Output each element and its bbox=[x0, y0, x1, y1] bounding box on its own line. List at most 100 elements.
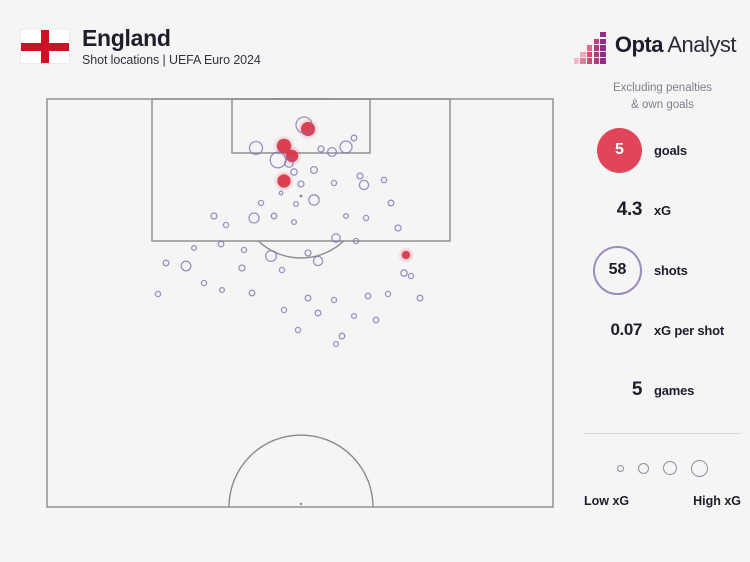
stat-value-wrap: 4.3 bbox=[580, 199, 642, 221]
stat-label: xG bbox=[654, 203, 671, 218]
shot-marker[interactable] bbox=[318, 146, 324, 152]
shot-marker[interactable] bbox=[395, 225, 401, 231]
shot-marker[interactable] bbox=[281, 307, 286, 312]
goal-marker[interactable] bbox=[277, 174, 290, 187]
shot-markers-layer bbox=[155, 117, 422, 346]
stat-row: 0.07 xG per shot bbox=[580, 307, 745, 353]
opta-pixel-cell bbox=[580, 52, 585, 57]
shot-marker[interactable] bbox=[201, 280, 206, 285]
shot-marker[interactable] bbox=[239, 265, 245, 271]
legend-low-label: Low xG bbox=[584, 494, 629, 508]
opta-pixel-cell bbox=[594, 45, 599, 50]
shot-marker[interactable] bbox=[331, 180, 336, 185]
shot-marker[interactable] bbox=[357, 173, 363, 179]
shot-marker[interactable] bbox=[311, 167, 318, 174]
shot-marker[interactable] bbox=[271, 213, 277, 219]
shot-marker[interactable] bbox=[352, 314, 357, 319]
shot-marker[interactable] bbox=[291, 169, 297, 175]
shot-marker[interactable] bbox=[258, 200, 263, 205]
shot-marker[interactable] bbox=[365, 293, 371, 299]
shot-marker[interactable] bbox=[363, 215, 368, 220]
opta-pixel-cell bbox=[574, 58, 579, 63]
shot-marker[interactable] bbox=[292, 220, 297, 225]
shot-marker[interactable] bbox=[388, 200, 394, 206]
legend-size-circle bbox=[638, 463, 649, 474]
opta-pixel-cell bbox=[580, 58, 585, 63]
shot-marker[interactable] bbox=[385, 291, 390, 296]
shot-marker[interactable] bbox=[279, 267, 284, 272]
flag-cross-vertical bbox=[41, 30, 49, 63]
shot-marker[interactable] bbox=[298, 181, 304, 187]
center-circle bbox=[229, 435, 373, 507]
shot-marker[interactable] bbox=[340, 141, 352, 153]
shot-marker[interactable] bbox=[294, 202, 299, 207]
shot-marker[interactable] bbox=[313, 256, 322, 265]
opta-wordmark: Opta Analyst bbox=[615, 32, 736, 58]
title-block: England Shot locations | UEFA Euro 2024 bbox=[82, 26, 261, 67]
stat-value-wrap: 58 bbox=[580, 246, 642, 295]
shot-marker[interactable] bbox=[359, 180, 368, 189]
shot-marker[interactable] bbox=[344, 214, 349, 219]
shot-marker[interactable] bbox=[181, 261, 191, 271]
goals-badge: 5 bbox=[597, 128, 642, 173]
shot-marker[interactable] bbox=[339, 333, 345, 339]
stat-value-wrap: 0.07 bbox=[580, 320, 642, 340]
shot-marker[interactable] bbox=[223, 222, 228, 227]
shot-marker[interactable] bbox=[373, 317, 379, 323]
shot-marker[interactable] bbox=[266, 251, 277, 262]
shot-marker[interactable] bbox=[351, 135, 357, 141]
opta-wordmark-light: Analyst bbox=[663, 32, 736, 57]
shot-marker[interactable] bbox=[305, 250, 311, 256]
page-subtitle: Shot locations | UEFA Euro 2024 bbox=[82, 53, 261, 67]
goal-marker[interactable] bbox=[402, 251, 410, 259]
shots-badge: 58 bbox=[593, 246, 642, 295]
shot-marker[interactable] bbox=[328, 148, 337, 157]
shot-marker[interactable] bbox=[192, 246, 197, 251]
goal-marker[interactable] bbox=[301, 122, 315, 136]
stat-value-wrap: 5 bbox=[580, 379, 642, 401]
shot-marker[interactable] bbox=[334, 342, 339, 347]
stat-label: shots bbox=[654, 263, 688, 278]
xg-legend-labels: Low xG High xG bbox=[580, 494, 745, 508]
center-spot bbox=[300, 503, 302, 505]
legend-size-circle bbox=[691, 460, 708, 477]
penalty-spot bbox=[300, 195, 303, 198]
shot-marker[interactable] bbox=[249, 290, 255, 296]
legend-high-label: High xG bbox=[693, 494, 741, 508]
opta-pixel-cell bbox=[587, 45, 592, 50]
shot-map-infographic: England Shot locations | UEFA Euro 2024 … bbox=[0, 0, 750, 562]
shot-marker[interactable] bbox=[211, 213, 217, 219]
shot-marker[interactable] bbox=[417, 295, 423, 301]
shot-marker[interactable] bbox=[295, 327, 300, 332]
panel-divider bbox=[584, 433, 741, 434]
shot-marker[interactable] bbox=[163, 260, 169, 266]
opta-pixel-cell bbox=[587, 52, 592, 57]
shot-marker[interactable] bbox=[381, 177, 386, 182]
shot-marker[interactable] bbox=[408, 273, 413, 278]
penalty-box bbox=[152, 99, 450, 241]
stat-value: 5 bbox=[632, 379, 642, 401]
opta-pixel-cell bbox=[600, 45, 605, 50]
stat-label: games bbox=[654, 383, 694, 398]
opta-pixel-cell bbox=[600, 39, 605, 44]
shot-marker[interactable] bbox=[218, 241, 224, 247]
stat-label: goals bbox=[654, 143, 687, 158]
stat-rows: 5 goals 4.3 xG 58 shots 0.07 xG per shot 5 games bbox=[580, 127, 745, 413]
shot-marker[interactable] bbox=[401, 270, 407, 276]
stat-row: 58 shots bbox=[580, 247, 745, 293]
stat-row: 5 goals bbox=[580, 127, 745, 173]
shot-marker[interactable] bbox=[220, 288, 225, 293]
shot-marker[interactable] bbox=[249, 213, 259, 223]
opta-analyst-logo: Opta Analyst bbox=[574, 32, 736, 58]
opta-wordmark-bold: Opta bbox=[615, 32, 663, 57]
stat-label: xG per shot bbox=[654, 323, 724, 338]
shot-marker[interactable] bbox=[241, 247, 246, 252]
shot-marker[interactable] bbox=[305, 295, 311, 301]
opta-pixel-cell bbox=[587, 58, 592, 63]
shot-marker[interactable] bbox=[279, 191, 283, 195]
shot-marker[interactable] bbox=[309, 195, 319, 205]
shot-marker[interactable] bbox=[315, 310, 321, 316]
shot-marker[interactable] bbox=[331, 297, 336, 302]
shot-marker[interactable] bbox=[155, 291, 160, 296]
england-flag-icon bbox=[20, 29, 70, 64]
